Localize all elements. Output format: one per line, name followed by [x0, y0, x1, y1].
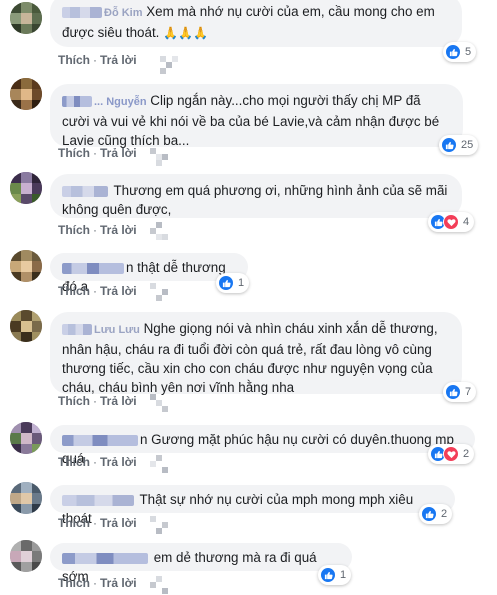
comment-actions: Thích · Trả lời: [58, 223, 137, 237]
reaction-count-badge[interactable]: 4: [428, 212, 475, 232]
reaction-count-badge[interactable]: 2: [419, 504, 453, 524]
reply-link[interactable]: Trả lời: [100, 394, 137, 408]
commenter-name[interactable]: [62, 323, 92, 335]
reply-link[interactable]: Trả lời: [100, 53, 137, 67]
reaction-count: 2: [441, 508, 448, 520]
reaction-count-badge[interactable]: 7: [443, 382, 477, 402]
reaction-count: 1: [340, 569, 347, 581]
reaction-count-badge[interactable]: 25: [439, 135, 479, 155]
avatar[interactable]: [10, 310, 42, 342]
commenter-name[interactable]: [62, 434, 138, 446]
comment-actions: Thích · Trả lời: [58, 53, 137, 67]
avatar[interactable]: [10, 172, 42, 204]
commenter-name-text[interactable]: Đỗ Kim: [104, 7, 143, 19]
like-link[interactable]: Thích: [58, 53, 90, 67]
reaction-count: 4: [463, 216, 470, 228]
reply-link[interactable]: Trả lời: [100, 516, 137, 530]
commenter-name[interactable]: [62, 185, 108, 197]
avatar[interactable]: [10, 78, 42, 110]
comment-actions: Thích · Trả lời: [58, 146, 137, 160]
like-icon: [421, 506, 437, 522]
reply-link[interactable]: Trả lời: [100, 455, 137, 469]
commenter-name[interactable]: [62, 95, 92, 107]
love-icon: [443, 446, 459, 462]
comment-bubble: em dẻ thương mà ra đi quá sớm: [50, 543, 352, 584]
reaction-count-badge[interactable]: 1: [318, 565, 352, 585]
avatar[interactable]: [10, 2, 42, 34]
reaction-count: 25: [461, 139, 474, 151]
avatar[interactable]: [10, 482, 42, 514]
blurred-timestamp: [150, 455, 168, 473]
like-link[interactable]: Thích: [58, 284, 90, 298]
reaction-count: 7: [465, 386, 472, 398]
commenter-name-text[interactable]: ... Nguyễn: [94, 96, 147, 108]
like-link[interactable]: Thích: [58, 146, 90, 160]
like-icon: [445, 44, 461, 60]
reply-link[interactable]: Trả lời: [100, 576, 137, 590]
love-icon: [443, 214, 459, 230]
commenter-name-text[interactable]: Lưu Lưu: [94, 324, 140, 336]
like-link[interactable]: Thích: [58, 223, 90, 237]
comment-bubble: n Gương mặt phúc hậu nụ cười có duyên.th…: [50, 425, 475, 466]
comment-bubble: Đỗ Kim Xem mà nhớ nụ cười của em, cầu mo…: [50, 0, 462, 47]
commenter-name[interactable]: [62, 552, 148, 564]
blurred-timestamp: [150, 283, 168, 301]
blurred-timestamp: [150, 516, 168, 534]
commenter-name[interactable]: [62, 262, 124, 274]
comment-actions: Thích · Trả lời: [58, 576, 137, 590]
reaction-count-badge[interactable]: 2: [428, 444, 475, 464]
like-link[interactable]: Thích: [58, 455, 90, 469]
reaction-count: 5: [465, 46, 472, 58]
reply-link[interactable]: Trả lời: [100, 146, 137, 160]
like-link[interactable]: Thích: [58, 576, 90, 590]
like-link[interactable]: Thích: [58, 394, 90, 408]
comment-bubble: Lưu Lưu Nghe giọng nói và nhìn cháu xinh…: [50, 312, 462, 395]
comment-bubble: Thật sự nhớ nụ cười của mph mong mph xiê…: [50, 485, 455, 526]
comment-text: Thương em quá phương ơi, những hình ảnh …: [62, 183, 448, 217]
comment-bubble: ... Nguyễn Clip ngắn này...cho mọi người…: [50, 84, 463, 148]
like-icon: [320, 567, 336, 583]
like-link[interactable]: Thích: [58, 516, 90, 530]
like-icon: [441, 137, 457, 153]
blurred-timestamp: [150, 394, 168, 412]
comment-bubble: Thương em quá phương ơi, những hình ảnh …: [50, 174, 462, 218]
commenter-name[interactable]: [62, 6, 102, 18]
like-icon: [445, 384, 461, 400]
reply-link[interactable]: Trả lời: [100, 284, 137, 298]
comment-actions: Thích · Trả lời: [58, 455, 137, 469]
blurred-timestamp: [150, 576, 168, 594]
avatar[interactable]: [10, 250, 42, 282]
reaction-count: 1: [238, 277, 245, 289]
comment-actions: Thích · Trả lời: [58, 394, 137, 408]
avatar[interactable]: [10, 422, 42, 454]
reaction-count: 2: [463, 448, 470, 460]
like-icon: [218, 275, 234, 291]
blurred-timestamp: [150, 222, 168, 240]
blurred-timestamp: [150, 148, 168, 166]
reply-link[interactable]: Trả lời: [100, 223, 137, 237]
avatar[interactable]: [10, 540, 42, 572]
blurred-timestamp: [160, 56, 178, 74]
comment-actions: Thích · Trả lời: [58, 284, 137, 298]
comment-actions: Thích · Trả lời: [58, 516, 137, 530]
reaction-count-badge[interactable]: 5: [443, 42, 477, 62]
pray-emoji: 🙏🙏🙏: [163, 26, 208, 40]
reaction-count-badge[interactable]: 1: [216, 273, 250, 293]
commenter-name[interactable]: [62, 494, 134, 506]
